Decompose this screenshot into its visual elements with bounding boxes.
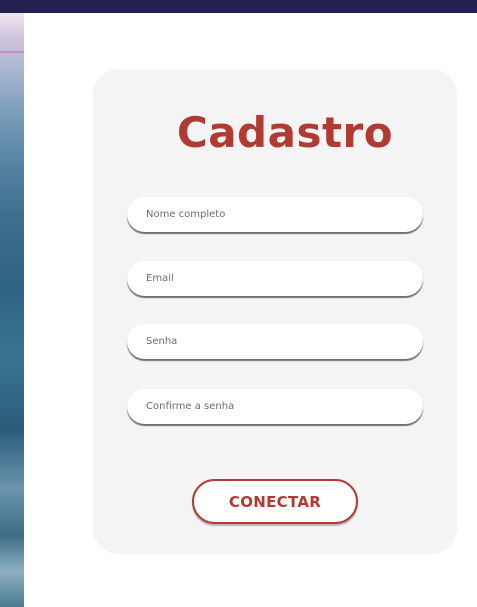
connect-button[interactable]: CONECTAR bbox=[192, 479, 358, 524]
password-input[interactable] bbox=[127, 324, 423, 359]
image-highlight-line bbox=[0, 51, 24, 53]
email-input[interactable] bbox=[127, 261, 423, 296]
full-name-input[interactable] bbox=[127, 197, 423, 232]
page-title: Cadastro bbox=[176, 108, 394, 157]
ocean-background-image bbox=[0, 13, 24, 607]
top-bar bbox=[0, 0, 477, 13]
confirm-password-input[interactable] bbox=[127, 389, 423, 424]
